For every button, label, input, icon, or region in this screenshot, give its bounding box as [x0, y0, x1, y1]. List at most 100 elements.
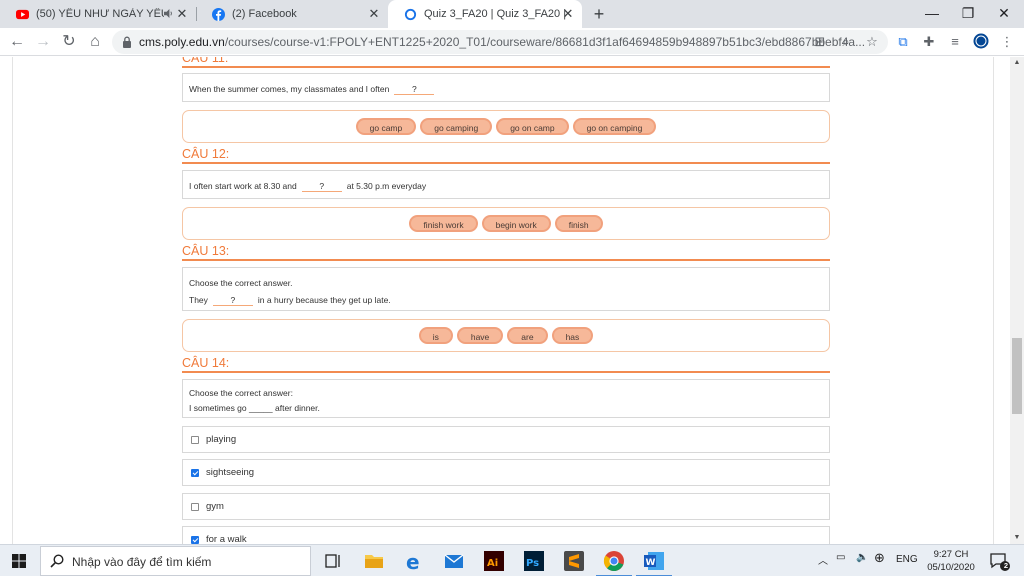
edge-browser-icon[interactable]: e [402, 549, 426, 574]
tab-title: Quiz 3_FA20 | Quiz 3_FA20 | ENT1225 [424, 8, 570, 20]
scroll-up-icon[interactable]: ▲ [1010, 57, 1024, 69]
zoom-icon[interactable]: ⌕ [838, 34, 854, 50]
profile-avatar-icon[interactable] [972, 33, 990, 51]
drag-option[interactable]: go camping [420, 118, 493, 135]
drag-option[interactable]: finish [554, 215, 603, 232]
taskbar-clock[interactable]: 9:27 CH 05/10/2020 [921, 548, 981, 574]
taskbar-search-box[interactable]: Nhập vào đây để tìm kiếm [40, 546, 311, 576]
search-icon [50, 554, 64, 568]
browser-toolbar: ← → ↻ ⌂ cms.poly.edu.vn/courses/course-v… [0, 28, 1024, 56]
audio-playing-icon[interactable] [164, 9, 173, 18]
prompt-text: at 5.30 p.m everyday [346, 181, 427, 191]
battery-icon[interactable]: ▭ [836, 552, 845, 563]
url-text[interactable]: cms.poly.edu.vn/courses/course-v1:FPOLY+… [139, 35, 865, 49]
drag-option[interactable]: begin work [481, 215, 551, 232]
prompt-text: When the summer comes, my classmates and… [189, 84, 390, 94]
prompt-text: I often start work at 8.30 and [189, 181, 297, 191]
drag-option[interactable]: are [507, 327, 548, 344]
close-window-icon[interactable]: ✕ [986, 0, 1022, 28]
page-scrollbar[interactable]: ▲ ▼ [1010, 57, 1024, 544]
show-hidden-icons-icon[interactable]: ︿ [818, 552, 828, 567]
new-tab-button[interactable]: + [588, 3, 610, 25]
content-left-border [12, 57, 13, 544]
google-translate-extension-icon[interactable]: ⧉ [894, 33, 912, 51]
clock-time: 9:27 CH [933, 549, 969, 560]
loading-icon [404, 8, 417, 20]
choice-gym[interactable]: gym [182, 493, 830, 520]
scroll-down-icon[interactable]: ▼ [1010, 532, 1024, 544]
drag-option[interactable]: have [456, 327, 504, 344]
checkbox-checked[interactable] [191, 536, 199, 544]
sublime-text-icon[interactable] [562, 549, 586, 573]
choice-sightseeing[interactable]: sightseeing [182, 459, 830, 486]
choice-label: for a walk [206, 534, 247, 544]
choice-playing[interactable]: playing [182, 426, 830, 453]
minimize-icon[interactable]: — [914, 0, 950, 28]
checkbox[interactable] [191, 436, 199, 444]
media-control-icon[interactable]: ≡ [946, 33, 964, 51]
drag-option[interactable]: is [418, 327, 453, 344]
tab-facebook[interactable]: (2) Facebook ✕ [196, 0, 388, 28]
network-globe-icon[interactable]: ⊕ [874, 550, 885, 566]
drag-option[interactable]: finish work [409, 215, 478, 232]
drag-option[interactable]: go on camp [496, 118, 569, 135]
answer-blank[interactable]: ? [212, 295, 253, 306]
task-view-icon[interactable] [321, 549, 345, 573]
search-placeholder: Nhập vào đây để tìm kiếm [72, 555, 212, 569]
mail-icon[interactable] [442, 549, 466, 573]
tab-quiz-active[interactable]: Quiz 3_FA20 | Quiz 3_FA20 | ENT1225 ✕ [388, 0, 582, 28]
word-icon[interactable]: W [636, 549, 672, 576]
forward-icon[interactable]: → [32, 31, 54, 53]
question-14-prompt: Choose the correct answer: I sometimes g… [182, 379, 830, 418]
question-13-options: is have are has [182, 319, 830, 352]
notification-count: 2 [1003, 561, 1009, 570]
question-13-heading: CÂU 13: [182, 244, 830, 261]
translate-icon[interactable]: ⊞ [812, 34, 828, 50]
choice-label: playing [206, 434, 237, 445]
address-bar[interactable]: cms.poly.edu.vn/courses/course-v1:FPOLY+… [112, 30, 888, 54]
volume-icon[interactable]: 🔈 [856, 552, 868, 563]
prompt-text: I sometimes go _____ after dinner. [189, 403, 320, 413]
answer-blank[interactable]: ? [394, 84, 435, 95]
question-11-prompt: When the summer comes, my classmates and… [182, 73, 830, 102]
illustrator-icon[interactable]: Ai [482, 549, 506, 573]
question-11-heading: CÂU 11: [182, 57, 830, 68]
windows-taskbar: Nhập vào đây để tìm kiếm e Ai Ps W ︿ ▭ 🔈… [0, 544, 1024, 576]
language-indicator[interactable]: ENG [896, 554, 918, 565]
scrollbar-thumb[interactable] [1012, 338, 1022, 414]
bookmark-star-icon[interactable]: ☆ [864, 34, 880, 50]
close-tab-icon[interactable]: ✕ [174, 6, 190, 22]
close-tab-icon[interactable]: ✕ [366, 6, 382, 22]
youtube-icon [16, 9, 29, 19]
tab-title: (50) YÊU NHƯ NGÀY YÊU CUỐI [36, 8, 164, 20]
question-14-heading: CÂU 14: [182, 356, 830, 373]
tab-youtube[interactable]: (50) YÊU NHƯ NGÀY YÊU CUỐI ✕ [0, 0, 196, 28]
choice-label: sightseeing [206, 467, 255, 478]
home-icon[interactable]: ⌂ [84, 31, 106, 53]
drag-option[interactable]: go on camping [572, 118, 657, 135]
close-tab-icon[interactable]: ✕ [560, 6, 576, 22]
reload-icon[interactable]: ↻ [58, 31, 80, 53]
facebook-icon [212, 7, 225, 21]
prompt-text: in a hurry because they get up late. [257, 295, 391, 305]
choice-for-a-walk[interactable]: for a walk [182, 526, 830, 544]
extensions-icon[interactable]: ✚ [920, 33, 938, 51]
lock-icon[interactable] [122, 36, 132, 48]
photoshop-icon[interactable]: Ps [522, 549, 546, 573]
drag-option[interactable]: go camp [355, 118, 417, 135]
file-explorer-icon[interactable] [362, 549, 386, 573]
checkbox-checked[interactable] [191, 469, 199, 477]
content-right-border [993, 57, 994, 544]
answer-blank[interactable]: ? [301, 181, 342, 192]
menu-kebab-icon[interactable]: ⋮ [998, 33, 1016, 51]
question-13-prompt: Choose the correct answer. They? in a hur… [182, 267, 830, 311]
chrome-icon[interactable] [596, 549, 632, 576]
svg-text:e: e [406, 550, 420, 573]
restore-icon[interactable]: ❐ [950, 0, 986, 28]
page-viewport: CÂU 11: When the summer comes, my classm… [0, 57, 1024, 544]
windows-start-icon[interactable] [0, 545, 38, 576]
checkbox[interactable] [191, 503, 199, 511]
drag-option[interactable]: has [551, 327, 594, 344]
back-icon[interactable]: ← [6, 31, 28, 53]
prompt-text: They [189, 295, 208, 305]
